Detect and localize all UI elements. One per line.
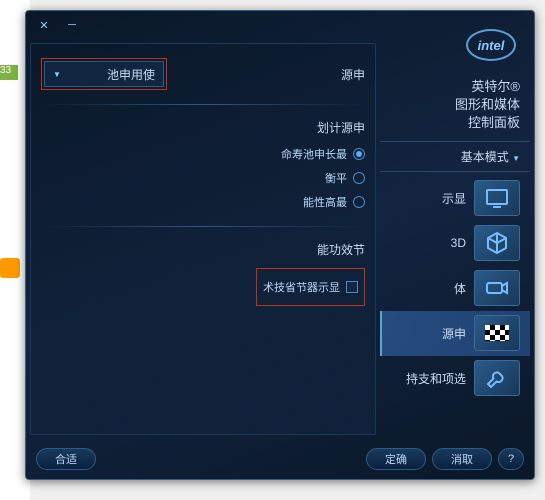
cube-icon xyxy=(474,225,520,261)
cancel-button[interactable]: 消取 xyxy=(432,448,492,470)
bg-badge: 33 xyxy=(0,65,18,80)
intel-control-panel: ✕ ─ intel 英特尔® 图形和媒体 控制面板 基本模式 ▼ 示显 3D xyxy=(25,10,535,480)
footer: 合适 定确 消取 ? xyxy=(26,439,534,479)
radio-max-performance[interactable]: 能性高最 xyxy=(303,194,365,210)
sidebar-item-3d[interactable]: 3D xyxy=(380,221,530,266)
radio-max-battery[interactable]: 命寿池申长最 xyxy=(281,146,365,162)
intel-logo: intel xyxy=(466,29,516,61)
wrench-icon xyxy=(474,360,520,396)
sidebar-item-display[interactable]: 示显 xyxy=(380,176,530,221)
dropdown-value: 池申用使 xyxy=(107,66,155,83)
sidebar-item-label: 源申 xyxy=(442,325,466,342)
power-source-dropdown[interactable]: ▼ 池申用使 xyxy=(44,61,164,87)
radio-balanced[interactable]: 衡平 xyxy=(325,170,365,186)
radio-label: 命寿池申长最 xyxy=(281,146,347,162)
radio-indicator xyxy=(353,196,365,208)
ok-button[interactable]: 定确 xyxy=(366,448,426,470)
sidebar-item-power[interactable]: 源申 xyxy=(380,311,530,356)
highlight-checkbox: 术技省节器示显 xyxy=(256,268,365,306)
radio-indicator xyxy=(353,172,365,184)
display-icon xyxy=(474,180,520,216)
divider xyxy=(41,104,365,105)
saving-label: 能功效节 xyxy=(41,237,365,262)
display-saving-checkbox[interactable]: 术技省节器示显 xyxy=(259,271,362,303)
minimize-button[interactable]: ─ xyxy=(62,16,82,34)
close-button[interactable]: ✕ xyxy=(34,16,54,34)
radio-label: 能性高最 xyxy=(303,194,347,210)
mode-selector[interactable]: 基本模式 ▼ xyxy=(380,141,530,172)
sidebar: 英特尔® 图形和媒体 控制面板 基本模式 ▼ 示显 3D 体 xyxy=(380,43,530,435)
plan-label: 划计源申 xyxy=(41,115,365,140)
titlebar: ✕ ─ xyxy=(26,11,534,39)
radio-indicator xyxy=(353,148,365,160)
checkbox-label: 术技省节器示显 xyxy=(263,279,340,295)
bg-button xyxy=(0,258,20,278)
sidebar-item-label: 示显 xyxy=(442,190,466,207)
help-button[interactable]: ? xyxy=(498,448,524,470)
radio-label: 衡平 xyxy=(325,170,347,186)
section-title: 源申 xyxy=(341,66,365,83)
chevron-down-icon: ▼ xyxy=(53,70,61,79)
sidebar-item-label: 3D xyxy=(451,236,466,250)
divider xyxy=(41,226,365,227)
highlight-dropdown: ▼ 池申用使 xyxy=(41,58,167,90)
sidebar-item-options[interactable]: 持支和项选 xyxy=(380,356,530,401)
checkbox-box xyxy=(346,281,358,293)
main-panel: ▼ 池申用使 源申 划计源申 命寿池申长最 衡平 能性高最 xyxy=(30,43,376,435)
camera-icon xyxy=(474,270,520,306)
sidebar-item-media[interactable]: 体 xyxy=(380,266,530,311)
sidebar-item-label: 持支和项选 xyxy=(406,370,466,387)
apply-button[interactable]: 合适 xyxy=(36,448,96,470)
brand-title: 英特尔® 图形和媒体 控制面板 xyxy=(380,43,530,141)
sidebar-item-label: 体 xyxy=(454,280,466,297)
flag-icon xyxy=(474,315,520,351)
power-plan-radios: 命寿池申长最 衡平 能性高最 xyxy=(41,140,365,216)
